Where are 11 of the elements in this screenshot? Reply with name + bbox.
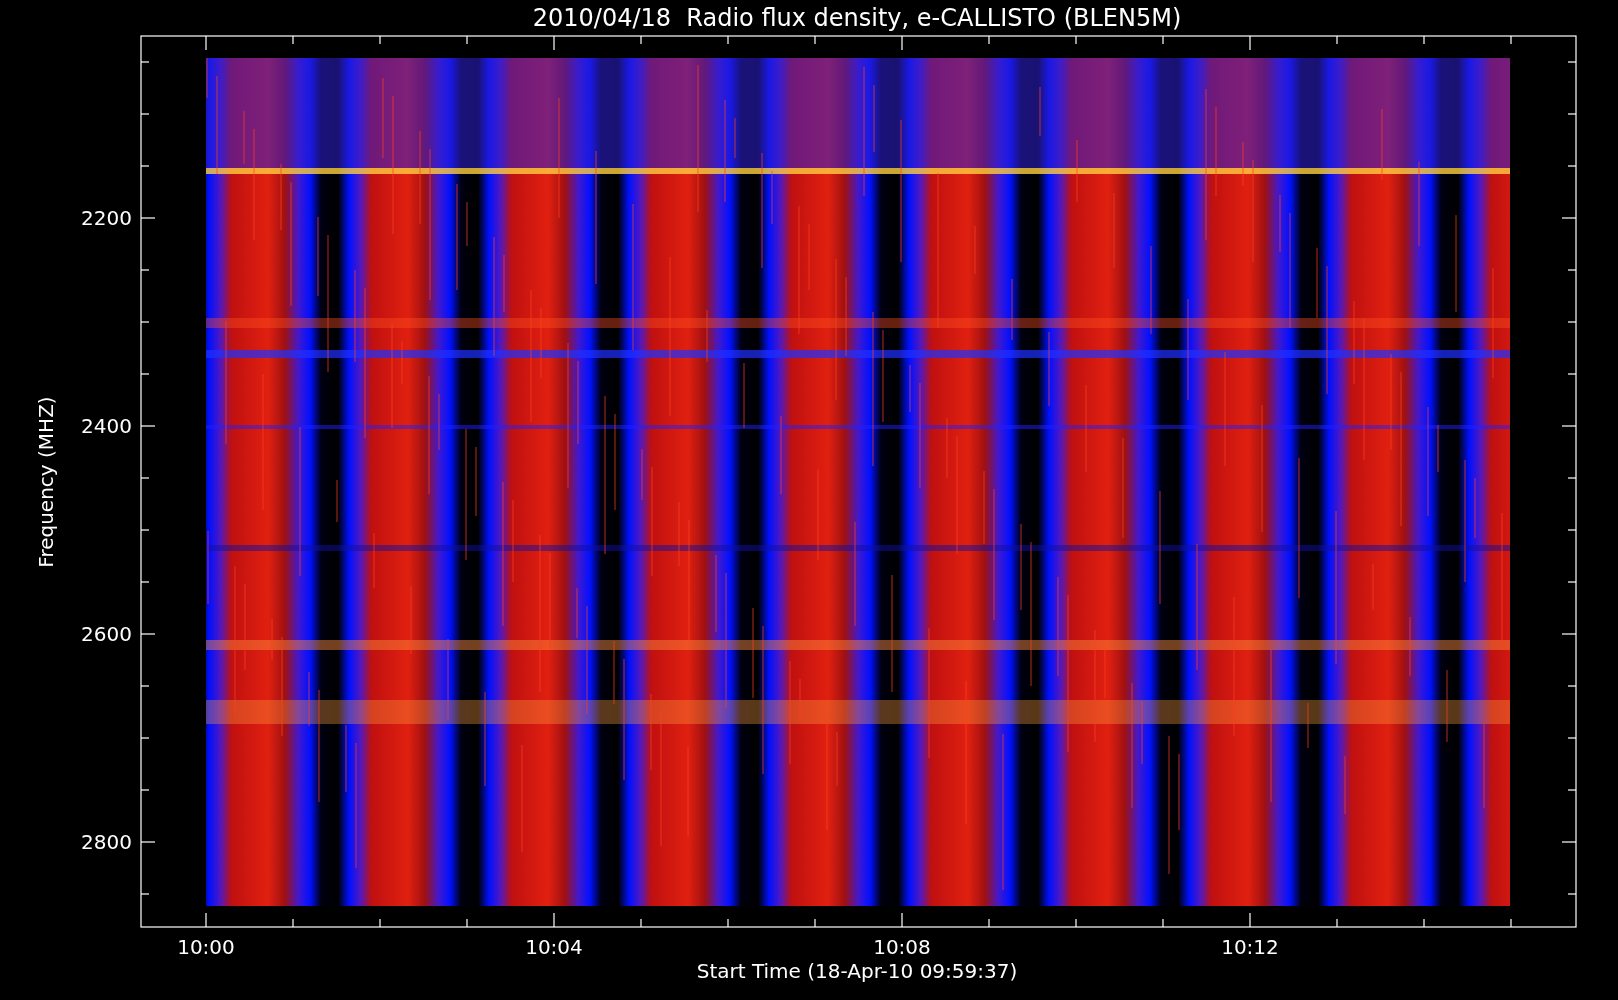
tick-label: 2200 [81, 206, 132, 230]
axis-label: Start Time (18-Apr-10 09:59:37) [696, 959, 1018, 983]
chart-title: 2010/04/18 Radio flux density, e-CALLISTO (BLEN5M) [532, 4, 1182, 32]
tick-label: 10:04 [525, 935, 583, 959]
axis-label: Frequency (MHZ) [34, 396, 58, 568]
tick-label: 2600 [81, 622, 132, 646]
tick-label: 10:12 [1221, 935, 1279, 959]
tick-label: 10:00 [177, 935, 235, 959]
tick-label: 10:08 [873, 935, 931, 959]
tick-label: 2400 [81, 414, 132, 438]
tick-label: 2800 [81, 830, 132, 854]
